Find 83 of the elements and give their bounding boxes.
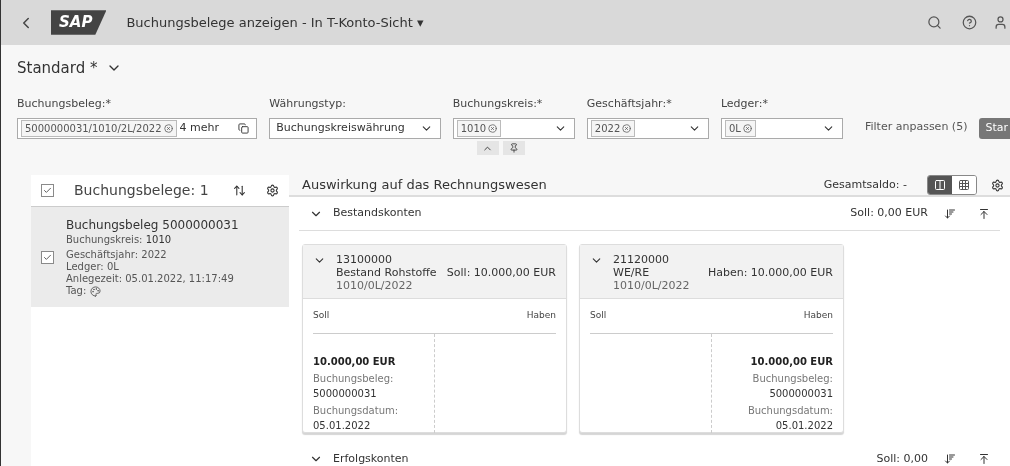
- filter-field[interactable]: 1010: [452, 118, 575, 139]
- filter-label: Geschäftsjahr:*: [586, 95, 673, 112]
- palette-icon: [90, 285, 102, 297]
- search-icon[interactable]: [927, 15, 942, 30]
- entry-amount: 10.000,00 EUR: [313, 354, 396, 369]
- filter-label: Währungstyp:: [269, 95, 347, 112]
- item-attribute: Buchungskreis: 1010: [66, 234, 173, 246]
- sort-icon[interactable]: [944, 207, 956, 220]
- group-title: Erfolgskonten: [333, 450, 410, 466]
- item-attribute: Anlegezeit: 05.01.2022, 11:17:49: [66, 273, 235, 285]
- go-button[interactable]: Star: [979, 118, 1010, 139]
- list-title: Buchungsbelege: 1: [74, 181, 210, 200]
- pin-icon: [508, 143, 519, 153]
- account-name: WE/RE: [613, 266, 650, 279]
- remove-icon[interactable]: [742, 124, 752, 133]
- filter-label: Buchungskreis:*: [452, 95, 544, 112]
- sort-icon[interactable]: [944, 453, 956, 465]
- filter-field[interactable]: 0L: [720, 118, 843, 139]
- field-value: Buchungskreiswährung: [275, 120, 405, 137]
- entry-label: Buchungsdatum:: [747, 403, 833, 418]
- logo: SAP: [51, 10, 107, 35]
- more-link[interactable]: 4 mehr: [179, 120, 220, 137]
- collapse-icon[interactable]: [978, 207, 990, 220]
- adapt-filters-link[interactable]: Filter anpassen (5): [865, 118, 968, 135]
- filter-label: Buchungsbeleg:*: [17, 95, 112, 112]
- filter-field[interactable]: 2022: [586, 118, 709, 139]
- check-icon: [43, 252, 52, 262]
- pin-button[interactable]: [502, 141, 525, 155]
- section-title: Auswirkung auf das Rechnungswesen: [302, 176, 548, 195]
- total-balance: Gesamtsaldo: -: [823, 176, 907, 193]
- credit-heading: Haben: [803, 309, 833, 322]
- entry-value: 05.01.2022: [775, 418, 833, 433]
- group-balance: Soll: 0,00: [876, 450, 928, 466]
- filter-field[interactable]: 5000000031/1010/2L/2022 4 mehr: [17, 118, 258, 139]
- remove-icon[interactable]: [622, 124, 632, 133]
- check-icon: [43, 186, 52, 195]
- account-number: 21120000: [613, 253, 670, 266]
- entry-label: Buchungsdatum:: [313, 403, 399, 418]
- grid-toggle[interactable]: [952, 176, 976, 194]
- checkbox[interactable]: [41, 184, 54, 197]
- sort-icon[interactable]: [233, 184, 246, 197]
- token[interactable]: 5000000031/1010/2L/2022: [21, 120, 177, 137]
- document-list-item[interactable]: Buchungsbeleg 5000000031 Buchungskreis: 1010 Geschäftsjahr: 2022 Ledger: 0L Anlegezeit: 05.01.2022, 11:17:49 Tag:: [31, 207, 289, 307]
- account-key: 1010/0L/2022: [336, 279, 556, 292]
- settings-icon[interactable]: [991, 178, 1004, 192]
- group-balance: Soll: 0,00 EUR: [850, 205, 928, 222]
- entry-label: Buchungsbeleg:: [313, 371, 394, 386]
- user-icon[interactable]: [993, 15, 1008, 30]
- item-attribute: Geschäftsjahr: 2022: [66, 249, 168, 261]
- account-number: 13100000: [336, 253, 393, 266]
- remove-icon[interactable]: [163, 124, 173, 133]
- columns-toggle[interactable]: [928, 176, 952, 194]
- account-amount: Haben: 10.000,00 EUR: [707, 266, 833, 279]
- account-name: Bestand Rohstoffe: [336, 266, 437, 279]
- item-attribute: Tag:: [66, 285, 87, 297]
- debit-heading: Soll: [590, 309, 607, 322]
- token[interactable]: 1010: [456, 120, 502, 137]
- entry-value: 05.01.2022: [313, 418, 371, 433]
- group-title: Bestandskonten: [333, 205, 423, 222]
- filter-label: Ledger:*: [720, 95, 769, 112]
- collapse-icon[interactable]: [978, 453, 990, 465]
- app-title[interactable]: Buchungsbelege anzeigen - In T-Konto-Sicht ▾: [126, 12, 424, 33]
- token[interactable]: 2022: [590, 120, 636, 137]
- account-key: 1010/0L/2022: [613, 279, 833, 292]
- entry-amount: 10.000,00 EUR: [750, 354, 833, 369]
- item-attribute: Ledger: 0L: [66, 261, 120, 273]
- value-help-icon[interactable]: [238, 123, 250, 134]
- help-icon[interactable]: [962, 15, 977, 30]
- grid-icon: [958, 179, 970, 191]
- checkbox[interactable]: [41, 250, 54, 264]
- columns-icon: [934, 179, 946, 191]
- token[interactable]: 0L: [724, 120, 756, 137]
- filter-field[interactable]: Buchungskreiswährung: [269, 118, 441, 139]
- remove-icon[interactable]: [488, 124, 498, 133]
- entry-value: 5000000031: [313, 386, 377, 401]
- entry-label: Buchungsbeleg:: [752, 371, 833, 386]
- debit-heading: Soll: [313, 309, 330, 322]
- credit-heading: Haben: [526, 309, 556, 322]
- variant-name[interactable]: Standard *: [17, 57, 98, 80]
- settings-icon[interactable]: [266, 184, 279, 197]
- item-title: Buchungsbeleg 5000000031: [66, 217, 239, 233]
- account-amount: Soll: 10.000,00 EUR: [446, 266, 556, 279]
- entry-value: 5000000031: [769, 386, 833, 401]
